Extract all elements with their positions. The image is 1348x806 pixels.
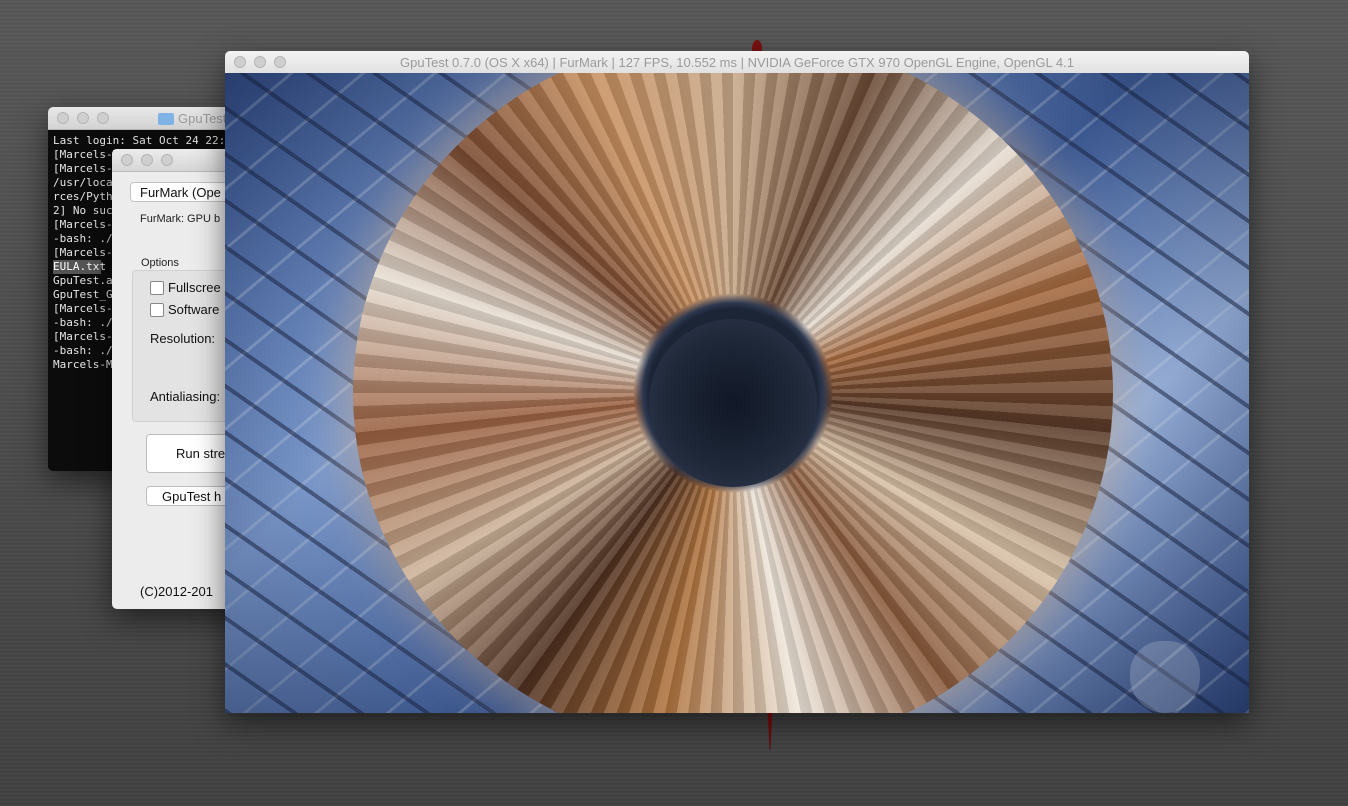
terminal-line: Last login: Sat Oct 24 22:58:: [53, 134, 246, 147]
minimize-button[interactable]: [141, 154, 153, 166]
window-controls: [57, 112, 109, 124]
render-window-titlebar[interactable]: GpuTest 0.7.0 (OS X x64) | FurMark | 127…: [225, 51, 1249, 74]
copyright-text: (C)2012-201: [140, 584, 213, 599]
fullscreen-checkbox[interactable]: [150, 281, 164, 295]
window-controls: [121, 154, 173, 166]
test-description: FurMark: GPU b: [140, 213, 221, 225]
zoom-button[interactable]: [161, 154, 173, 166]
terminal-line: EULA.txt: [53, 260, 106, 274]
render-window-title: GpuTest 0.7.0 (OS X x64) | FurMark | 127…: [400, 55, 1074, 70]
close-button[interactable]: [121, 154, 133, 166]
fullscreen-label: Fullscree: [168, 280, 221, 295]
options-label: Options: [141, 257, 179, 269]
terminal-title: GpuTest: [158, 111, 226, 126]
software-checkbox[interactable]: [150, 303, 164, 317]
furmark-render-canvas[interactable]: [225, 73, 1249, 713]
folder-icon: [158, 112, 174, 125]
zoom-button[interactable]: [97, 112, 109, 124]
antialiasing-label: Antialiasing:: [150, 389, 221, 404]
software-label: Software: [168, 302, 220, 317]
terminal-title-text: GpuTest: [178, 111, 227, 126]
close-button[interactable]: [57, 112, 69, 124]
apple-logo-icon: [1130, 641, 1200, 713]
resolution-label: Resolution:: [150, 331, 216, 346]
furmark-render-window[interactable]: GpuTest 0.7.0 (OS X x64) | FurMark | 127…: [225, 51, 1249, 713]
minimize-button[interactable]: [77, 112, 89, 124]
terminal-titlebar[interactable]: GpuTest: [48, 107, 248, 130]
donut-hole: [649, 319, 817, 487]
